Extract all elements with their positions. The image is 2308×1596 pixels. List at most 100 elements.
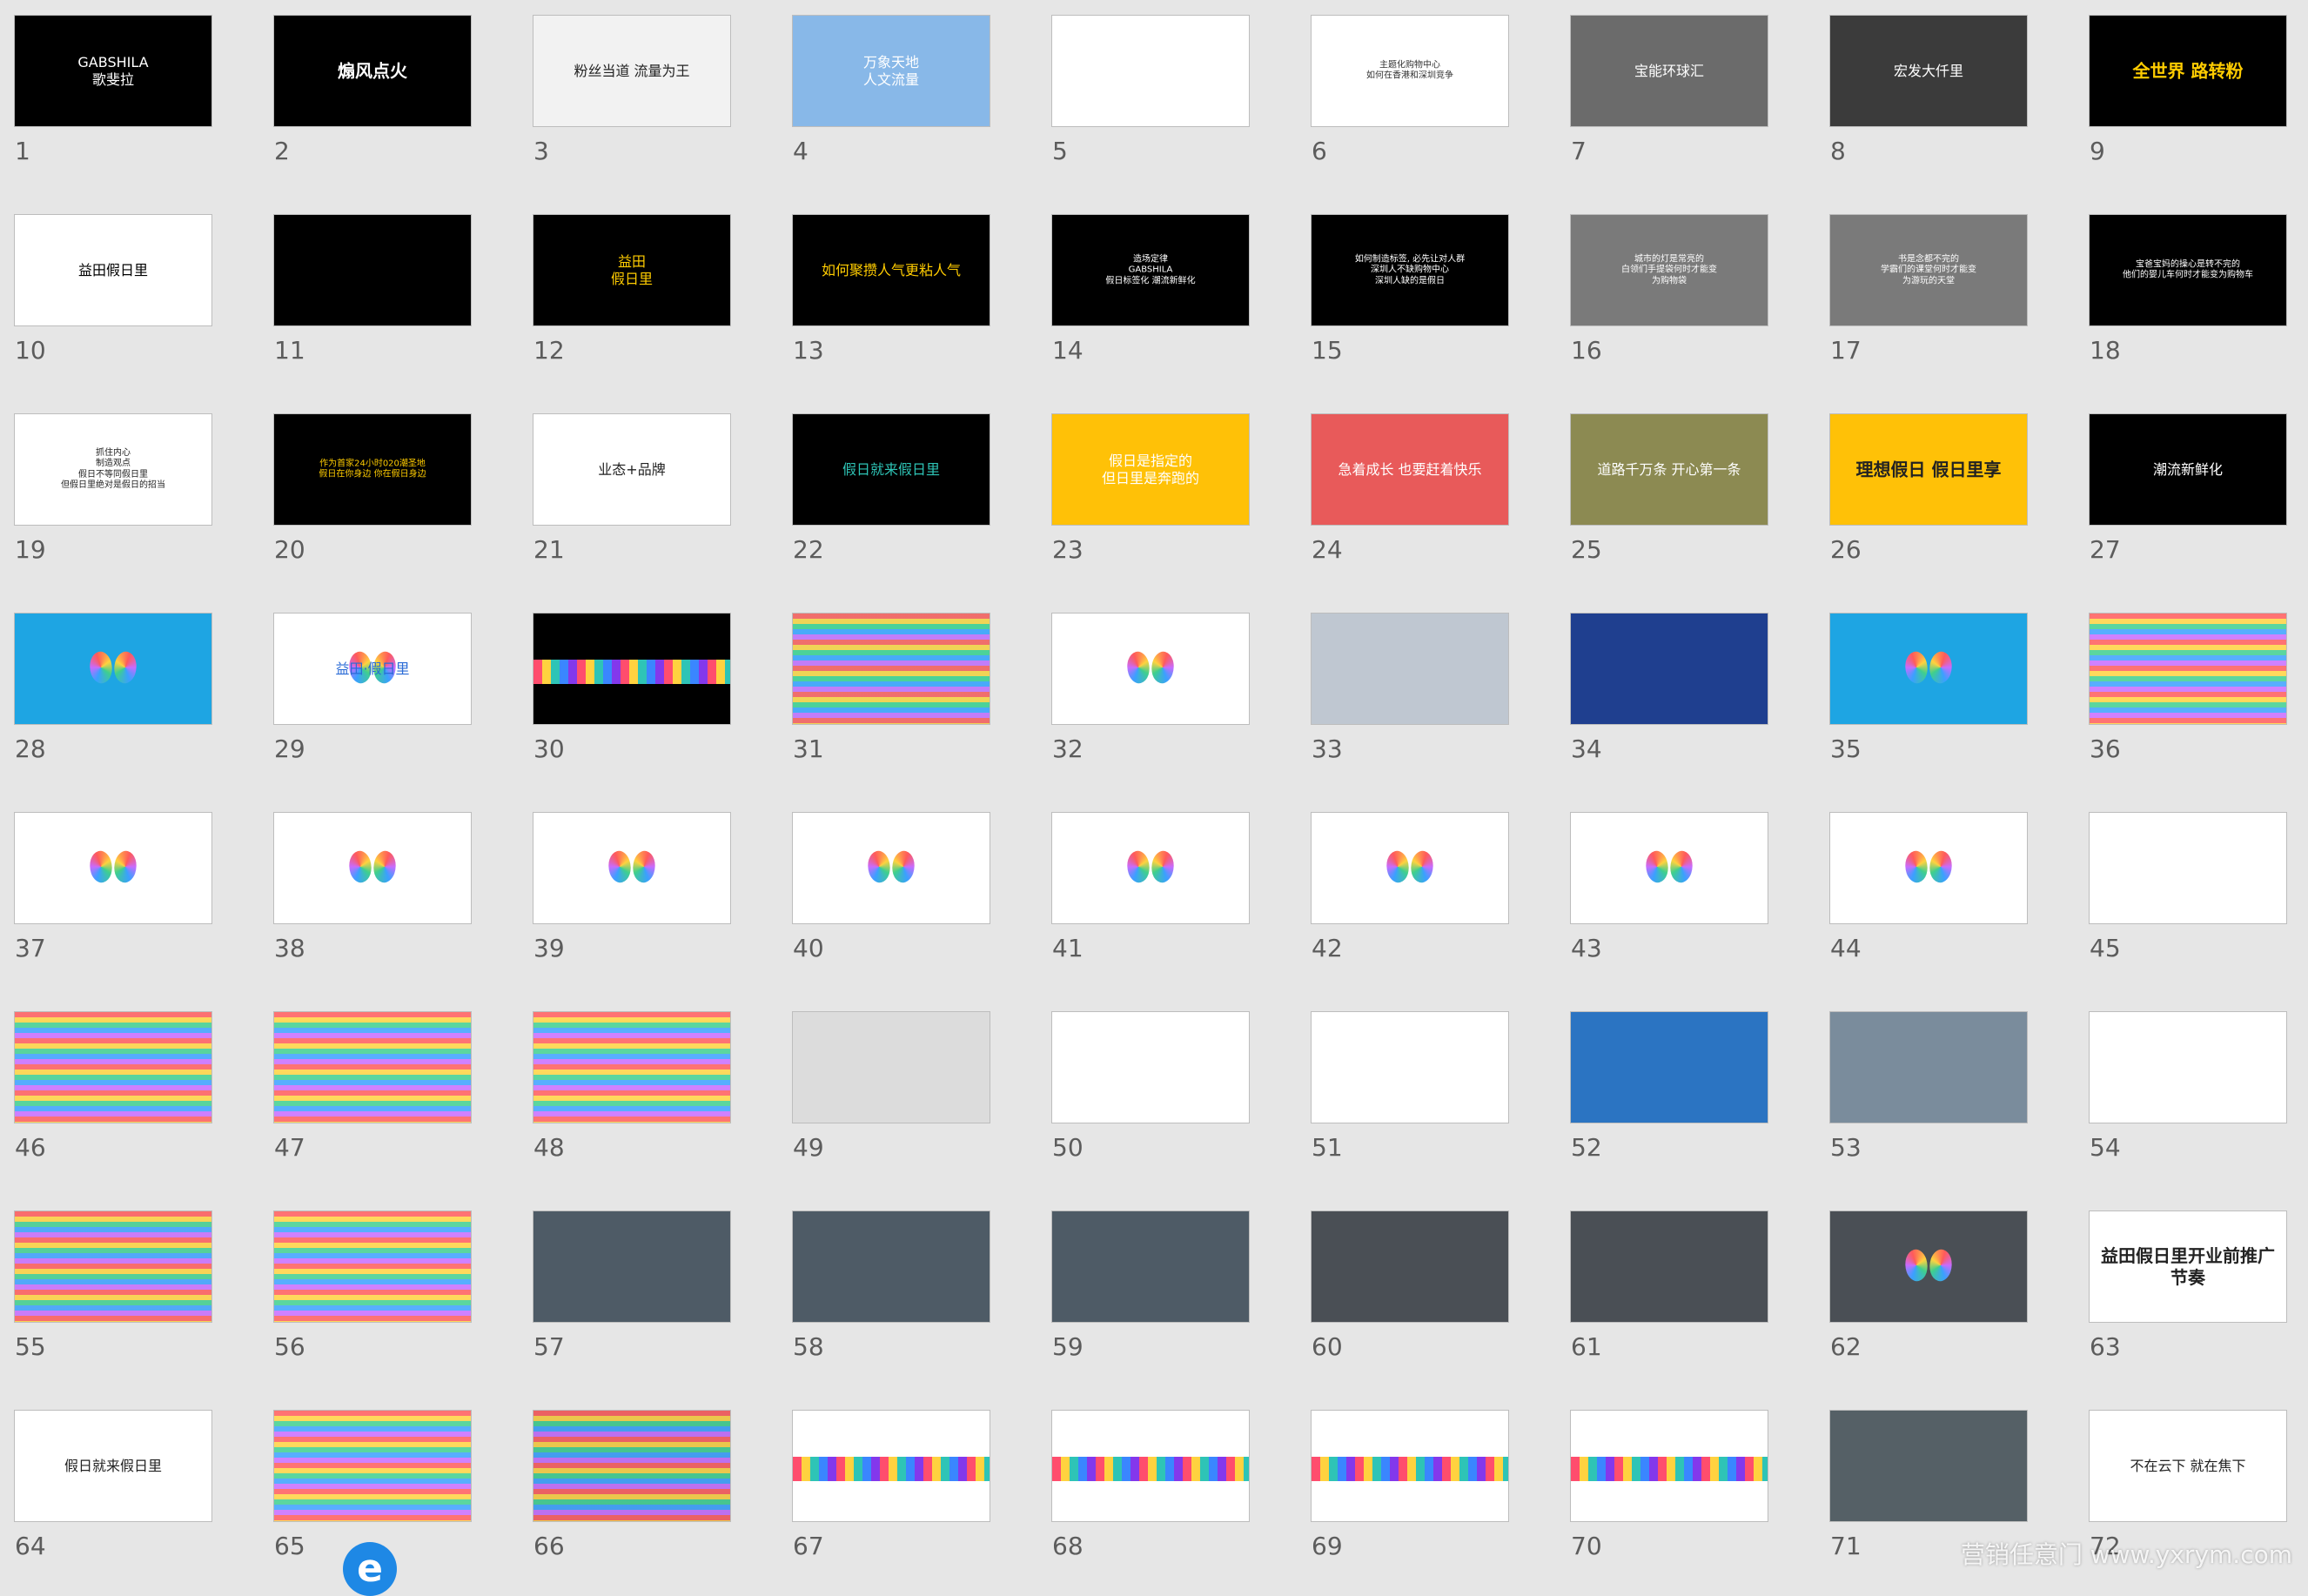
slide-preview[interactable] [274, 1411, 471, 1521]
slide-thumbnail-cell[interactable]: 道路千万条 开心第一条 25 [1556, 399, 1782, 573]
slide-thumbnail-cell[interactable]: 抓住内心 制造观点 假日不等同假日里 但假日里绝对是假日的招当 19 [0, 399, 226, 573]
slide-preview[interactable] [274, 215, 471, 325]
slide-thumbnail-cell[interactable]: 31 [778, 598, 1004, 772]
slide-thumbnail-cell[interactable]: 55 [0, 1196, 226, 1370]
slide-thumbnail-cell[interactable]: 33 [1297, 598, 1523, 772]
slide-thumbnail-cell[interactable]: 煽风点火 2 [259, 0, 486, 174]
slide-preview[interactable] [2090, 1012, 2286, 1123]
slide-preview[interactable] [1052, 813, 1249, 923]
slide-preview[interactable]: 全世界 路转粉 [2090, 16, 2286, 126]
slide-thumbnail-cell[interactable]: 34 [1556, 598, 1782, 772]
slide-thumbnail-cell[interactable]: 28 [0, 598, 226, 772]
slide-preview[interactable]: 假日就来假日里 [793, 414, 990, 525]
slide-preview[interactable] [1571, 1012, 1768, 1123]
slide-thumbnail-cell[interactable]: 46 [0, 996, 226, 1170]
slide-preview[interactable]: 作为首家24小时020潮圣地 假日在你身边 你在假日身边 [274, 414, 471, 525]
slide-preview[interactable]: 益田假日里开业前推广节奏 [2090, 1211, 2286, 1322]
slide-preview[interactable] [1052, 1211, 1249, 1322]
slide-preview[interactable] [274, 1012, 471, 1123]
slide-preview[interactable]: 益田假日里 [15, 215, 211, 325]
slide-preview[interactable]: 宝能环球汇 [1571, 16, 1768, 126]
slide-thumbnail-cell[interactable]: 益田 假日里 12 [519, 199, 745, 373]
slide-preview[interactable] [1052, 16, 1249, 126]
slide-preview[interactable]: 不在云下 就在焦下 [2090, 1411, 2286, 1521]
slide-thumbnail-cell[interactable]: 56 [259, 1196, 486, 1370]
slide-preview[interactable] [1571, 1411, 1768, 1521]
slide-thumbnail-cell[interactable]: 53 [1815, 996, 2042, 1170]
slide-preview[interactable] [1312, 1211, 1508, 1322]
slide-thumbnail-cell[interactable]: 59 [1037, 1196, 1264, 1370]
slide-thumbnail-cell[interactable]: 万象天地 人文流量 4 [778, 0, 1004, 174]
slide-preview[interactable]: 造场定律 GABSHILA 假日标签化 潮流新鲜化 [1052, 215, 1249, 325]
browser-e-icon[interactable]: e [343, 1542, 397, 1596]
slide-preview[interactable] [1571, 1211, 1768, 1322]
slide-thumbnail-cell[interactable]: 假日就来假日里 64 [0, 1395, 226, 1569]
slide-thumbnail-cell[interactable]: 全世界 路转粉 9 [2075, 0, 2301, 174]
slide-thumbnail-cell[interactable]: 40 [778, 797, 1004, 971]
slide-thumbnail-cell[interactable]: 益田·假日里 29 [259, 598, 486, 772]
slide-thumbnail-cell[interactable]: 54 [2075, 996, 2301, 1170]
slide-thumbnail-cell[interactable]: 宝爸宝妈的操心是转不完的 他们的婴儿车何时才能变为购物车 18 [2075, 199, 2301, 373]
slide-thumbnail-cell[interactable]: 41 [1037, 797, 1264, 971]
slide-preview[interactable]: 潮流新鲜化 [2090, 414, 2286, 525]
slide-thumbnail-cell[interactable]: 业态+品牌 21 [519, 399, 745, 573]
slide-thumbnail-cell[interactable]: 5 [1037, 0, 1264, 174]
slide-thumbnail-cell[interactable]: 61 [1556, 1196, 1782, 1370]
slide-thumbnail-cell[interactable]: GABSHILA 歌斐拉 1 [0, 0, 226, 174]
slide-thumbnail-cell[interactable]: 理想假日 假日里享 26 [1815, 399, 2042, 573]
slide-thumbnail-cell[interactable]: 45 [2075, 797, 2301, 971]
slide-thumbnail-cell[interactable]: 58 [778, 1196, 1004, 1370]
slide-thumbnail-cell[interactable]: 36 [2075, 598, 2301, 772]
slide-thumbnail-cell[interactable]: 66 [519, 1395, 745, 1569]
slide-preview[interactable] [274, 1211, 471, 1322]
slide-thumbnail-cell[interactable]: 益田假日里 10 [0, 199, 226, 373]
slide-preview[interactable] [274, 813, 471, 923]
slide-preview[interactable]: 书是念都不完的 学霸们的课堂何时才能变 为游玩的天堂 [1830, 215, 2027, 325]
slide-preview[interactable]: 宝爸宝妈的操心是转不完的 他们的婴儿车何时才能变为购物车 [2090, 215, 2286, 325]
slide-thumbnail-cell[interactable]: 潮流新鲜化 27 [2075, 399, 2301, 573]
slide-thumbnail-cell[interactable]: 粉丝当道 流量为王 3 [519, 0, 745, 174]
slide-thumbnail-cell[interactable]: 书是念都不完的 学霸们的课堂何时才能变 为游玩的天堂 17 [1815, 199, 2042, 373]
slide-preview[interactable] [15, 1012, 211, 1123]
slide-thumbnail-cell[interactable]: 32 [1037, 598, 1264, 772]
slide-preview[interactable]: 城市的灯是常亮的 白领们手提袋何时才能变 为购物袋 [1571, 215, 1768, 325]
slide-thumbnail-cell[interactable]: 假日是指定的 但日里是奔跑的 23 [1037, 399, 1264, 573]
slide-preview[interactable]: 煽风点火 [274, 16, 471, 126]
slide-thumbnail-cell[interactable]: 43 [1556, 797, 1782, 971]
slide-thumbnail-cell[interactable]: 52 [1556, 996, 1782, 1170]
slide-preview[interactable] [1830, 614, 2027, 724]
slide-preview[interactable] [533, 1411, 730, 1521]
slide-thumbnail-cell[interactable]: 62 [1815, 1196, 2042, 1370]
slide-preview[interactable] [533, 1211, 730, 1322]
slide-preview[interactable] [1571, 614, 1768, 724]
slide-preview[interactable] [1052, 614, 1249, 724]
slide-thumbnail-cell[interactable]: 城市的灯是常亮的 白领们手提袋何时才能变 为购物袋 16 [1556, 199, 1782, 373]
slide-thumbnail-cell[interactable]: 38 [259, 797, 486, 971]
slide-preview[interactable]: 万象天地 人文流量 [793, 16, 990, 126]
slide-preview[interactable]: 道路千万条 开心第一条 [1571, 414, 1768, 525]
slide-thumbnail-cell[interactable]: 主题化购物中心 如何在香港和深圳竞争 6 [1297, 0, 1523, 174]
slide-thumbnail-cell[interactable]: 益田假日里开业前推广节奏 63 [2075, 1196, 2301, 1370]
slide-thumbnail-cell[interactable]: 宏发大仟里 8 [1815, 0, 2042, 174]
slide-preview[interactable] [1571, 813, 1768, 923]
slide-preview[interactable]: 理想假日 假日里享 [1830, 414, 2027, 525]
slide-preview[interactable]: 粉丝当道 流量为王 [533, 16, 730, 126]
slide-thumbnail-cell[interactable]: 48 [519, 996, 745, 1170]
slide-thumbnail-cell[interactable]: 47 [259, 996, 486, 1170]
slide-preview[interactable] [1830, 1012, 2027, 1123]
slide-thumbnail-cell[interactable]: 宝能环球汇 7 [1556, 0, 1782, 174]
slide-preview[interactable] [15, 813, 211, 923]
slide-thumbnail-cell[interactable]: 68 [1037, 1395, 1264, 1569]
slide-preview[interactable]: 急着成长 也要赶着快乐 [1312, 414, 1508, 525]
slide-preview[interactable]: 抓住内心 制造观点 假日不等同假日里 但假日里绝对是假日的招当 [15, 414, 211, 525]
slide-thumbnail-cell[interactable]: 如何制造标签, 必先让对人群 深圳人不缺购物中心 深圳人缺的是假日 15 [1297, 199, 1523, 373]
slide-preview[interactable] [793, 1211, 990, 1322]
slide-thumbnail-cell[interactable]: 60 [1297, 1196, 1523, 1370]
slide-thumbnail-cell[interactable]: 11 [259, 199, 486, 373]
slide-preview[interactable] [2090, 813, 2286, 923]
slide-preview[interactable] [1830, 1411, 2027, 1521]
slide-preview[interactable]: GABSHILA 歌斐拉 [15, 16, 211, 126]
slide-preview[interactable] [1312, 614, 1508, 724]
slide-thumbnail-cell[interactable]: 作为首家24小时020潮圣地 假日在你身边 你在假日身边 20 [259, 399, 486, 573]
slide-preview[interactable] [1312, 1411, 1508, 1521]
